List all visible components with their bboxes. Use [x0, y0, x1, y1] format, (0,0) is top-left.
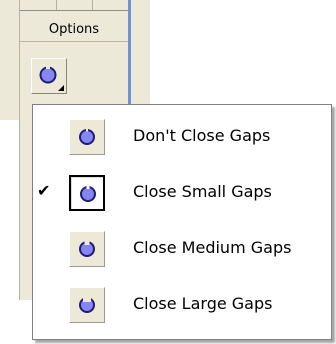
gap-circle-small-icon [80, 185, 96, 202]
menu-item-label: Don't Close Gaps [133, 126, 271, 145]
menu-item-icon-box [69, 119, 105, 155]
menu-item-label: Close Small Gaps [133, 182, 272, 201]
gap-size-menu: Don't Close Gaps ✔ Close Small Gaps Clos… [32, 104, 332, 340]
gap-circle-icon [79, 128, 95, 145]
menu-item-dont-close-gaps[interactable]: Don't Close Gaps [33, 109, 331, 165]
checkmark-icon: ✔ [37, 181, 51, 200]
menu-item-icon-box [69, 287, 105, 323]
menu-item-close-large-gaps[interactable]: Close Large Gaps [33, 277, 331, 333]
gap-options-button[interactable] [31, 58, 67, 94]
tool-row-top [20, 0, 128, 11]
menu-item-icon-box [69, 231, 105, 267]
menu-item-close-small-gaps[interactable]: ✔ Close Small Gaps [33, 165, 331, 221]
menu-item-close-medium-gaps[interactable]: Close Medium Gaps [33, 221, 331, 277]
gap-circle-medium-icon [79, 240, 95, 257]
gap-circle-icon [39, 66, 57, 84]
menu-item-label: Close Medium Gaps [133, 238, 292, 257]
gap-circle-large-icon [79, 296, 95, 313]
flyout-indicator-icon [58, 85, 64, 91]
menu-item-icon-box-selected [69, 175, 105, 211]
menu-item-label: Close Large Gaps [133, 294, 273, 313]
options-section-label: Options [20, 19, 128, 42]
